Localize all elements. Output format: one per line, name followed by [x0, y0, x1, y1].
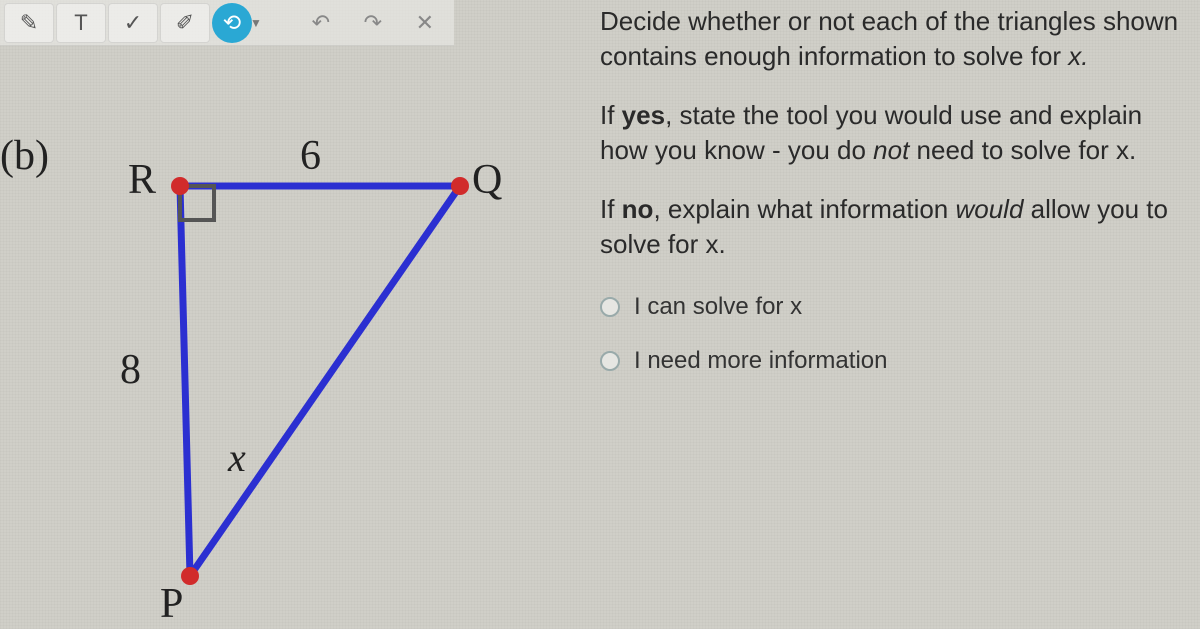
answer-options: I can solve for x I need more informatio…	[600, 293, 1180, 375]
option-label: I can solve for x	[634, 293, 802, 321]
lasso-tool-icon[interactable]: ⟲	[212, 3, 252, 43]
instruction-paragraph-3: If no, explain what information would al…	[600, 192, 1180, 262]
question-text-panel: Decide whether or not each of the triang…	[600, 0, 1180, 629]
check-tool-icon[interactable]: ✓	[108, 3, 158, 43]
close-icon[interactable]: ✕	[400, 3, 450, 43]
undo-icon[interactable]: ↶	[296, 3, 346, 43]
instruction-paragraph-1: Decide whether or not each of the triang…	[600, 4, 1180, 74]
option-can-solve[interactable]: I can solve for x	[600, 293, 1180, 321]
vertex-label-R: R	[128, 156, 156, 204]
option-need-more-info[interactable]: I need more information	[600, 347, 1180, 375]
annotation-toolbar: ✎ T ✓ ✐ ⟲ ▼ ↶ ↷ ✕	[0, 0, 454, 46]
triangle-svg	[120, 116, 520, 616]
redo-icon[interactable]: ↷	[348, 3, 398, 43]
pen-tool-icon[interactable]: ✎	[4, 3, 54, 43]
triangle-diagram: R Q P 6 8 x	[120, 116, 520, 616]
chevron-down-icon[interactable]: ▼	[250, 16, 262, 30]
instruction-paragraph-2: If yes, state the tool you would use and…	[600, 98, 1180, 168]
radio-icon	[600, 297, 620, 317]
vertex-label-P: P	[160, 580, 183, 628]
part-label: (b)	[0, 132, 49, 180]
vertex-label-Q: Q	[472, 156, 502, 204]
diagram-panel: (b) R Q P 6 8 x	[0, 46, 560, 629]
eraser-tool-icon[interactable]: ✐	[160, 3, 210, 43]
side-label-RQ: 6	[300, 132, 321, 180]
radio-icon	[600, 351, 620, 371]
option-label: I need more information	[634, 347, 887, 375]
side-label-QP: x	[228, 434, 246, 481]
text-tool-icon[interactable]: T	[56, 3, 106, 43]
side-label-RP: 8	[120, 346, 141, 394]
